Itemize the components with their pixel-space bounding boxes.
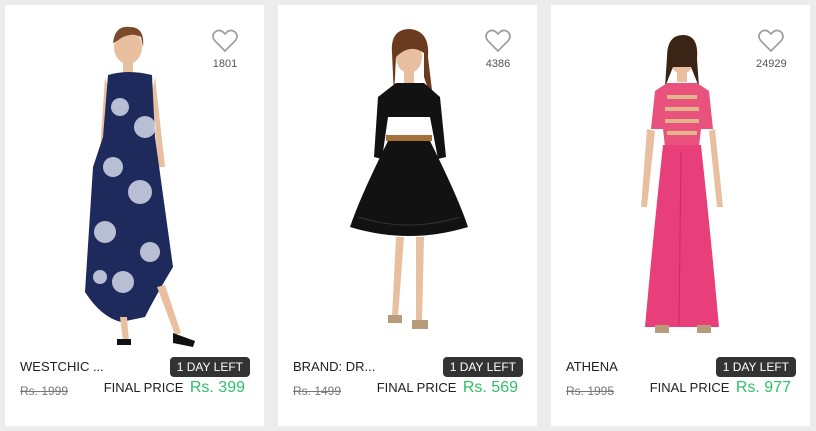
original-price: Rs. 1999 [20,384,69,398]
product-grid: 1801 WESTCHIC ... 1 DAY LEFT Rs. 1999 FI… [0,0,816,431]
product-card[interactable]: 24929 ATHENA 1 DAY LEFT Rs. 1995 FINAL P… [551,5,810,426]
final-price: FINAL PRICE Rs. 977 [650,379,791,397]
brand-name[interactable]: WESTCHIC ... [20,359,140,374]
final-price: FINAL PRICE Rs. 399 [104,379,245,397]
brand-name[interactable]: BRAND: DR... [293,359,413,374]
model-figure [641,35,723,333]
wishlist-count: 4386 [485,58,511,70]
final-price-label: FINAL PRICE [649,380,730,395]
model-figure [350,29,468,329]
deal-badge: 1 DAY LEFT [715,357,796,377]
deal-badge: 1 DAY LEFT [442,357,523,377]
product-card[interactable]: 4386 BRAND: DR... 1 DAY LEFT Rs. 1499 FI… [278,5,537,426]
product-card[interactable]: 1801 WESTCHIC ... 1 DAY LEFT Rs. 1999 FI… [5,5,264,426]
original-price: Rs. 1995 [566,384,615,398]
final-price-label: FINAL PRICE [376,380,457,395]
wishlist-button[interactable]: 4386 [483,29,513,70]
heart-outline-icon[interactable] [758,29,784,53]
final-price-value: Rs. 399 [189,379,245,396]
wishlist-count: 1801 [212,58,238,70]
final-price-label: FINAL PRICE [103,380,184,395]
wishlist-button[interactable]: 1801 [210,29,240,70]
original-price: Rs. 1499 [293,384,342,398]
brand-name[interactable]: ATHENA [566,359,686,374]
wishlist-button[interactable]: 24929 [756,29,787,70]
deal-badge: 1 DAY LEFT [169,357,250,377]
final-price-value: Rs. 977 [735,379,791,396]
model-figure [85,26,195,347]
heart-outline-icon[interactable] [212,29,238,53]
wishlist-count: 24929 [756,58,787,70]
heart-outline-icon[interactable] [485,29,511,53]
final-price: FINAL PRICE Rs. 569 [377,379,518,397]
final-price-value: Rs. 569 [462,379,518,396]
